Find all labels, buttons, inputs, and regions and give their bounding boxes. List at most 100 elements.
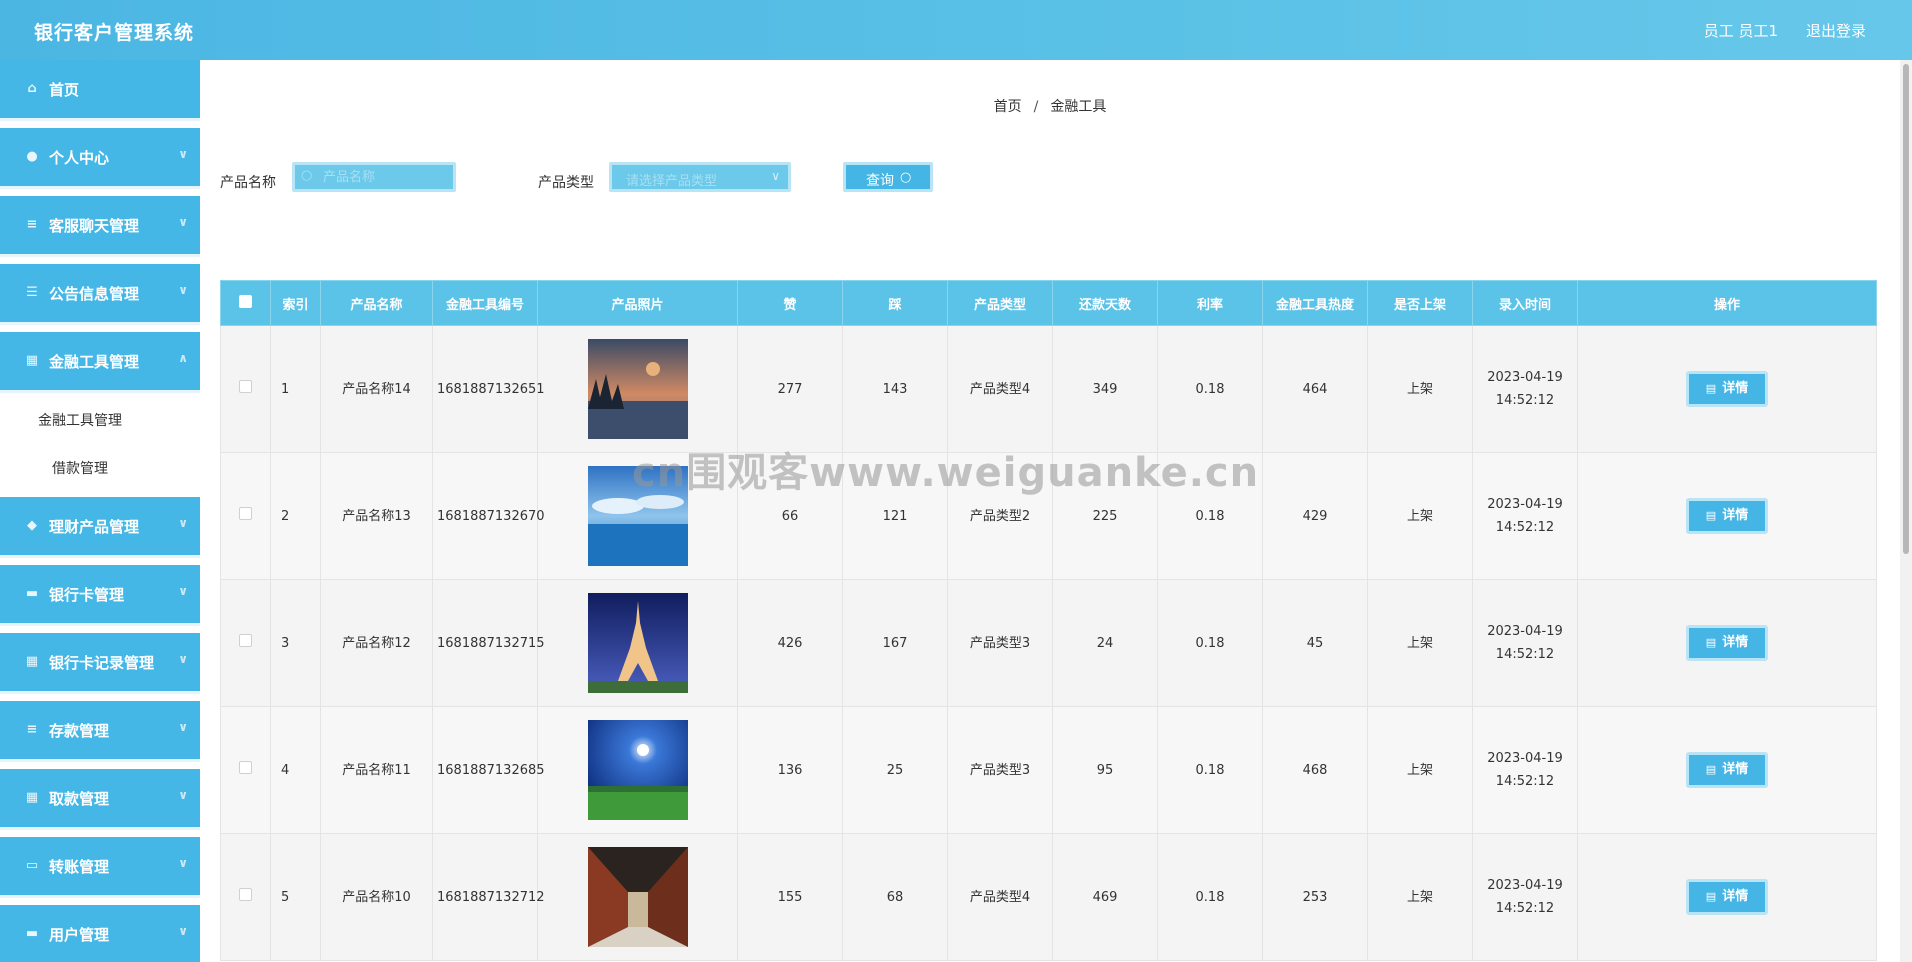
cell-photo [537,325,738,453]
row-checkbox[interactable] [239,379,252,393]
detail-button[interactable]: ▤ 详情 [1686,879,1768,915]
cell-index: 3 [270,579,321,707]
column-header: 利率 [1157,280,1263,326]
data-table: 索引 产品名称 金融工具编号 产品照片 赞 踩 产品类型 还款天数 利率 金融工… [220,280,1877,961]
breadcrumb-separator: / [1033,99,1039,115]
cell-code: 1681887132712 [432,833,545,961]
cell-status: 上架 [1367,833,1473,961]
table-header-row: 索引 产品名称 金融工具编号 产品照片 赞 踩 产品类型 还款天数 利率 金融工… [220,280,1877,326]
cell-actions: ▤ 详情 [1577,325,1877,453]
breadcrumb-home[interactable]: 首页 [994,99,1022,115]
product-photo [587,847,688,947]
sidebar-item-profile[interactable]: ● 个人中心 ∨ [0,128,200,189]
cell-code: 1681887132670 [432,452,545,580]
sidebar-item-financial-tools[interactable]: ▦ 金融工具管理 ∧ [0,332,200,393]
column-header: 录入时间 [1472,280,1578,326]
cell-heat: 45 [1262,579,1368,707]
row-select-cell[interactable] [220,706,271,834]
cell-photo [537,579,738,707]
detail-button[interactable]: ▤ 详情 [1686,371,1768,407]
cell-type: 产品类型4 [947,325,1053,453]
search-icon: ○ [900,170,912,185]
sidebar-item-bank-card[interactable]: ▬ 银行卡管理 ∨ [0,565,200,626]
chevron-down-icon: ∨ [178,924,188,938]
row-select-cell[interactable] [220,452,271,580]
row-checkbox[interactable] [239,506,252,520]
cell-rate: 0.18 [1157,579,1263,707]
search-icon: ○ [301,168,313,183]
row-checkbox[interactable] [239,760,252,774]
cell-likes: 155 [737,833,843,961]
cell-actions: ▤ 详情 [1577,579,1877,707]
chevron-down-icon: ∨ [178,788,188,802]
sliders-icon: ☰ [26,285,38,300]
table-row: 3 产品名称12 1681887132715 426 167 产品类型3 24 … [220,579,1877,707]
sidebar-item-label: 公告信息管理 [49,285,140,303]
logout-link[interactable]: 退出登录 [1806,20,1866,41]
cell-rate: 0.18 [1157,706,1263,834]
chevron-down-icon: ∨ [178,215,188,229]
sidebar-item-label: 银行卡记录管理 [49,654,155,672]
sidebar-item-label: 银行卡管理 [49,586,125,604]
cell-heat: 253 [1262,833,1368,961]
row-checkbox[interactable] [239,887,252,901]
query-button[interactable]: 查询 ○ [843,162,933,192]
current-user: 员工 员工1 [1703,22,1778,40]
page-scrollbar[interactable] [1900,60,1912,962]
column-header: 产品名称 [320,280,433,326]
sidebar-item-withdraw[interactable]: ▦ 取款管理 ∨ [0,769,200,830]
sidebar-subitem-loans[interactable]: 借款管理 [0,444,200,488]
column-header: 踩 [842,280,948,326]
sidebar-item-wealth[interactable]: ◆ 理财产品管理 ∨ [0,497,200,558]
grid-icon: ▦ [25,790,39,805]
chevron-down-icon: ∨ [771,169,780,183]
column-header: 索引 [270,280,321,326]
cell-product-name: 产品名称14 [320,325,433,453]
row-select-cell[interactable] [220,833,271,961]
cell-actions: ▤ 详情 [1577,833,1877,961]
chevron-down-icon: ∨ [178,856,188,870]
sidebar-item-deposit[interactable]: ≡ 存款管理 ∨ [0,701,200,762]
sidebar-item-label: 客服聊天管理 [49,217,140,235]
monitor-icon: ▭ [25,858,39,873]
sidebar-item-transfer[interactable]: ▭ 转账管理 ∨ [0,837,200,898]
product-name-input[interactable] [323,167,453,187]
sidebar-item-card-records[interactable]: ▦ 银行卡记录管理 ∨ [0,633,200,694]
detail-button-label: 详情 [1722,635,1749,650]
row-select-cell[interactable] [220,325,271,453]
sidebar-item-users[interactable]: ▬ 用户管理 ∨ [0,905,200,962]
product-type-select[interactable]: 请选择产品类型 ∨ [609,162,791,192]
sidebar-item-label: 取款管理 [49,790,110,808]
row-checkbox[interactable] [239,633,252,647]
cell-likes: 426 [737,579,843,707]
detail-button[interactable]: ▤ 详情 [1686,498,1768,534]
product-photo [587,339,688,439]
cell-heat: 468 [1262,706,1368,834]
cell-days: 95 [1052,706,1158,834]
cell-index: 2 [270,452,321,580]
grid-icon: ▦ [25,654,39,669]
column-header: 金融工具编号 [432,280,538,326]
sidebar-item-chat[interactable]: ≡ 客服聊天管理 ∨ [0,196,200,257]
sidebar-item-notice[interactable]: ☰ 公告信息管理 ∨ [0,264,200,325]
sidebar-item-home[interactable]: ⌂ 首页 [0,60,200,121]
select-all-checkbox[interactable] [239,294,252,308]
product-name-field[interactable]: ○ [292,162,456,192]
document-icon: ▤ [1705,509,1717,522]
scrollbar-thumb[interactable] [1903,64,1909,554]
detail-button[interactable]: ▤ 详情 [1686,752,1768,788]
document-icon: ▤ [1705,890,1717,903]
detail-button-label: 详情 [1722,889,1749,904]
cell-rate: 0.18 [1157,325,1263,453]
select-all-cell[interactable] [220,280,271,326]
list-icon: ≡ [26,722,38,737]
sidebar-subitem-financial-tools[interactable]: 金融工具管理 [0,396,200,440]
sidebar-item-label: 首页 [49,81,80,99]
sidebar: ⌂ 首页 ● 个人中心 ∨ ≡ 客服聊天管理 ∨ ☰ 公告信息管理 ∨ ▦ 金融… [0,60,200,962]
detail-button[interactable]: ▤ 详情 [1686,625,1768,661]
cell-dislikes: 167 [842,579,948,707]
row-select-cell[interactable] [220,579,271,707]
chevron-down-icon: ∨ [178,584,188,598]
cell-status: 上架 [1367,579,1473,707]
cell-actions: ▤ 详情 [1577,706,1877,834]
